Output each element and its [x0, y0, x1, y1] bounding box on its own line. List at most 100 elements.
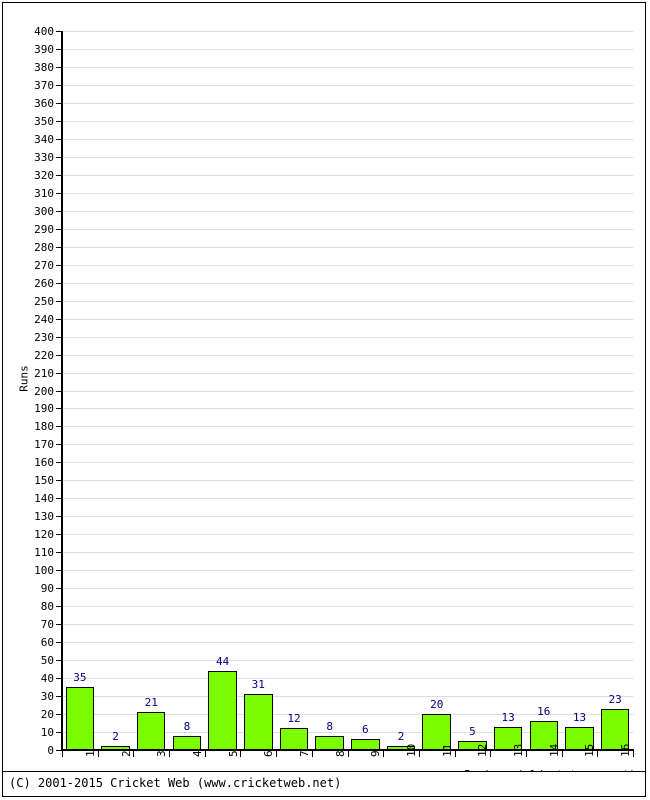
gridline	[62, 534, 633, 536]
copyright-text: (C) 2001-2015 Cricket Web (www.cricketwe…	[9, 776, 342, 790]
x-axis-tick-label: 5	[226, 750, 240, 757]
y-axis-tick	[56, 66, 62, 68]
y-axis-tick-label: 360	[34, 96, 54, 110]
gridline	[62, 264, 633, 266]
bar-value-label: 21	[144, 696, 158, 710]
x-axis-tick	[561, 750, 563, 757]
y-axis-tick-label: 80	[40, 600, 54, 614]
gridline	[62, 174, 633, 176]
y-axis-tick-label: 370	[34, 78, 54, 92]
y-axis-tick-label: 240	[34, 312, 54, 326]
y-axis-tick-label: 20	[40, 708, 54, 722]
x-axis-tick-label: 14	[547, 743, 561, 757]
gridline	[62, 354, 633, 356]
gridline	[62, 570, 633, 572]
y-axis-tick	[56, 750, 62, 751]
bar	[351, 739, 380, 750]
y-axis-tick-label: 260	[34, 276, 54, 290]
x-axis-tick	[418, 750, 420, 757]
gridline	[62, 138, 633, 140]
y-axis-tick	[56, 246, 62, 248]
y-axis-tick	[56, 48, 62, 50]
bar-value-label: 13	[572, 710, 587, 724]
gridline	[62, 462, 633, 464]
x-axis-tick-label: 1	[83, 750, 97, 757]
gridline	[62, 642, 633, 644]
y-axis-tick	[56, 408, 62, 410]
y-axis-tick-label: 130	[34, 510, 54, 524]
y-axis-tick	[56, 624, 62, 626]
y-axis-tick-label: 110	[34, 546, 54, 560]
y-axis-tick	[56, 462, 62, 464]
gridline	[62, 444, 633, 446]
gridline	[62, 228, 633, 230]
bar-value-label: 16	[537, 705, 551, 719]
gridline	[62, 660, 633, 662]
y-axis-tick-label: 220	[34, 348, 54, 362]
y-axis-tick-label: 160	[34, 456, 54, 470]
gridline	[62, 336, 633, 338]
y-axis-tick	[56, 714, 62, 716]
y-axis-tick	[56, 174, 62, 176]
gridline	[62, 210, 633, 212]
y-axis-tick-label: 180	[34, 420, 54, 434]
x-axis-tick	[62, 750, 63, 757]
y-axis-tick	[56, 138, 62, 140]
y-axis-tick	[56, 31, 62, 32]
x-axis-tick	[597, 750, 599, 757]
y-axis-tick	[56, 372, 62, 374]
gridline	[62, 102, 633, 104]
bar	[136, 712, 166, 750]
y-axis-tick-label: 350	[34, 114, 54, 128]
y-axis-tick-label: 50	[40, 654, 54, 668]
bar	[315, 735, 344, 750]
x-axis-tick	[133, 750, 135, 757]
x-axis-tick	[490, 750, 492, 757]
y-axis-tick	[56, 318, 62, 320]
chart-figure: 0 10 20 30 40 50 60 70 80 90 100 110 120 130 140 150 160…	[0, 0, 650, 800]
x-axis-tick-label: 10	[405, 743, 419, 757]
gridline	[62, 624, 633, 626]
bar-value-label: 6	[362, 723, 369, 737]
y-axis-tick-label: 300	[34, 204, 54, 218]
gridline	[62, 31, 633, 32]
gridline	[62, 372, 633, 374]
y-axis-tick	[56, 444, 62, 446]
x-axis-tick	[525, 750, 527, 757]
gridline	[62, 246, 633, 248]
y-axis-tick-label: 230	[34, 330, 54, 344]
x-axis-tick-label: 4	[190, 750, 204, 757]
bar-value-label: 44	[215, 654, 230, 668]
y-axis-tick	[56, 570, 62, 572]
x-axis-tick-label: 2	[119, 750, 133, 757]
y-axis-tick-label: 210	[34, 366, 54, 380]
gridline	[62, 300, 633, 302]
gridline	[62, 408, 633, 410]
gridline	[62, 480, 633, 482]
y-axis-tick	[56, 660, 62, 662]
gridline	[62, 156, 633, 158]
bar	[172, 735, 202, 750]
bar-value-label: 8	[183, 719, 191, 733]
y-axis-tick-label: 60	[40, 636, 54, 650]
y-axis-tick-label: 70	[40, 618, 54, 632]
y-axis-tick	[56, 552, 62, 554]
x-axis-tick-label: 3	[155, 750, 169, 757]
y-axis-tick	[56, 264, 62, 266]
gridline	[62, 120, 633, 122]
y-axis-tick-label: 120	[34, 528, 54, 542]
y-axis-tick-label: 40	[40, 672, 54, 686]
bar	[244, 694, 273, 750]
bar-value-label: 23	[608, 692, 622, 706]
y-axis-tick	[56, 156, 62, 158]
y-axis-tick	[56, 516, 62, 518]
y-axis-tick	[56, 426, 62, 428]
y-axis-tick-label: 400	[34, 25, 54, 38]
bar	[279, 728, 309, 750]
bar-value-label: 35	[73, 671, 87, 685]
gridline	[62, 552, 633, 554]
x-axis-tick-label: 7	[297, 750, 311, 757]
x-axis-tick-label: 6	[262, 750, 276, 757]
y-axis-tick-label: 30	[40, 690, 54, 704]
x-axis-tick-label: 16	[619, 743, 633, 757]
